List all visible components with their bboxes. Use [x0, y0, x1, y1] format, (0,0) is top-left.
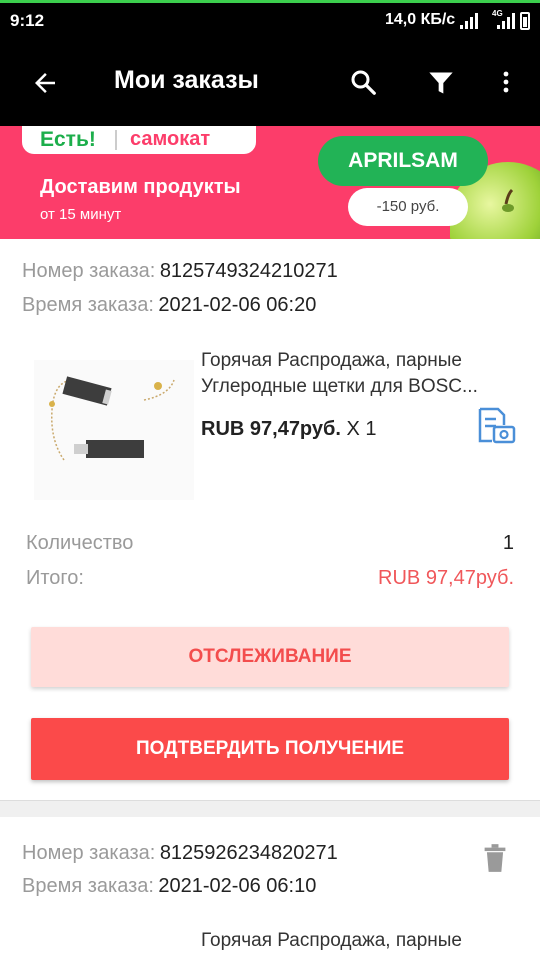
total-value: RUB 97,47руб. [378, 567, 514, 589]
signal-icon-2 [497, 13, 515, 29]
brand-divider [115, 130, 117, 150]
quantity-value: 1 [502, 532, 514, 554]
order-time-row-2: Время заказа: 2021-02-06 06:10 [22, 875, 316, 898]
back-arrow-icon[interactable] [30, 68, 60, 98]
order-number-row: Номер заказа: 8125749324210271 [22, 260, 338, 283]
delete-icon[interactable] [481, 843, 509, 873]
more-vert-icon[interactable] [494, 67, 518, 97]
product-title-2[interactable]: Горячая Распродажа, парные [201, 928, 521, 954]
brand-samokat: самокат [130, 128, 211, 150]
signal-icon [460, 13, 478, 29]
promo-banner[interactable]: Есть! самокат Доставим продукты от 15 ми… [0, 126, 540, 239]
brand-est: Есть! [40, 128, 96, 151]
total-label: Итого: [26, 567, 84, 589]
quantity-label: Количество [26, 532, 134, 554]
product-price: RUB 97,47руб. [201, 418, 341, 440]
network-speed: 14,0 КБ/с [385, 11, 456, 28]
order-time-label: Время заказа: [22, 294, 154, 316]
order-time-row: Время заказа: 2021-02-06 06:20 [22, 294, 316, 317]
filter-icon[interactable] [427, 69, 455, 97]
brand-logo: Есть! самокат [22, 126, 256, 154]
order-divider [0, 800, 540, 817]
search-icon[interactable] [348, 67, 378, 97]
order-time-value-2: 2021-02-06 06:10 [158, 875, 317, 897]
product-image[interactable] [34, 360, 194, 500]
product-price-row: RUB 97,47руб. X 1 [201, 418, 377, 441]
banner-title: Доставим продукты [40, 176, 241, 198]
battery-icon [520, 12, 530, 30]
banner-subtitle: от 15 минут [40, 206, 122, 223]
order-number-row-2: Номер заказа: 8125926234820271 [22, 842, 338, 865]
product-title-line-2: Углеродные щетки для BOSC... [201, 376, 478, 397]
product-title[interactable]: Горячая Распродажа, парные Углеродные ще… [201, 348, 521, 400]
order-time-value: 2021-02-06 06:20 [158, 294, 317, 316]
product-qty: X 1 [346, 418, 377, 440]
page-title: Мои заказы [114, 66, 259, 94]
track-order-button[interactable]: ОТСЛЕЖИВАНИЕ [31, 627, 509, 687]
status-bar: 9:12 14,0 КБ/с 4G [0, 0, 540, 38]
order-number-label: Номер заказа: [22, 260, 156, 282]
product-title-2-line-1: Горячая Распродажа, парные [201, 930, 462, 951]
promo-discount-badge: -150 руб. [348, 188, 468, 226]
promo-code-badge: APRILSAM [318, 136, 488, 186]
order-number-value-2: 8125926234820271 [159, 842, 338, 864]
receipt-photo-icon[interactable] [476, 407, 516, 445]
order-time-label-2: Время заказа: [22, 875, 154, 897]
app-bar: Мои заказы [0, 38, 540, 126]
order-number-value: 8125749324210271 [159, 260, 338, 282]
status-time: 9:12 [10, 11, 45, 30]
confirm-receipt-button[interactable]: ПОДТВЕРДИТЬ ПОЛУЧЕНИЕ [31, 718, 509, 780]
product-title-line-1: Горячая Распродажа, парные [201, 350, 462, 371]
order-number-label-2: Номер заказа: [22, 842, 156, 864]
